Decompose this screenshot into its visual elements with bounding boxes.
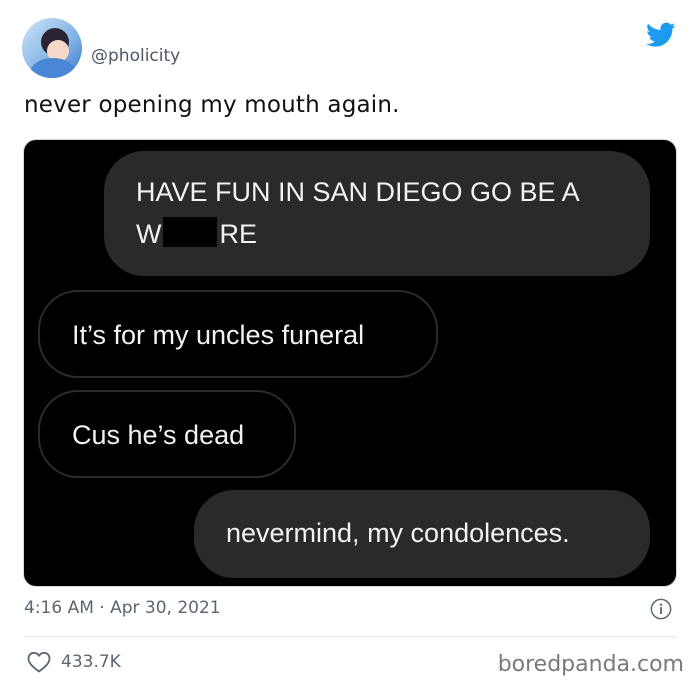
message-text: HAVE FUN IN SAN DIEGO GO BE A [136,177,580,207]
message-bubble-received: It’s for my uncles funeral [38,290,438,378]
avatar[interactable] [22,18,82,78]
message-bubble-sent: nevermind, my condolences. [194,490,650,578]
info-icon[interactable] [650,598,672,620]
message-text-start: W [136,219,162,249]
tweet-timestamp[interactable]: 4:16 AM · Apr 30, 2021 [24,598,221,618]
like-action[interactable]: 433.7K [27,651,121,673]
watermark: boredpanda.com [497,652,684,677]
message-text-end: RE [219,219,257,249]
like-count: 433.7K [61,652,121,672]
heart-icon[interactable] [27,651,51,673]
censor-bar [163,217,218,247]
message-text: Cus he’s dead [72,420,245,450]
message-bubble-sent: HAVE FUN IN SAN DIEGO GO BE A W RE [104,151,650,276]
twitter-bird-icon [646,22,676,47]
tweet-text: never opening my mouth again. [24,92,400,118]
message-text: It’s for my uncles funeral [72,320,365,350]
message-text: nevermind, my condolences. [226,518,570,548]
divider [24,636,676,637]
message-bubble-received: Cus he’s dead [38,390,296,478]
user-handle[interactable]: @pholicity [91,46,180,66]
chat-screenshot: HAVE FUN IN SAN DIEGO GO BE A W RE It’s f… [24,140,676,586]
